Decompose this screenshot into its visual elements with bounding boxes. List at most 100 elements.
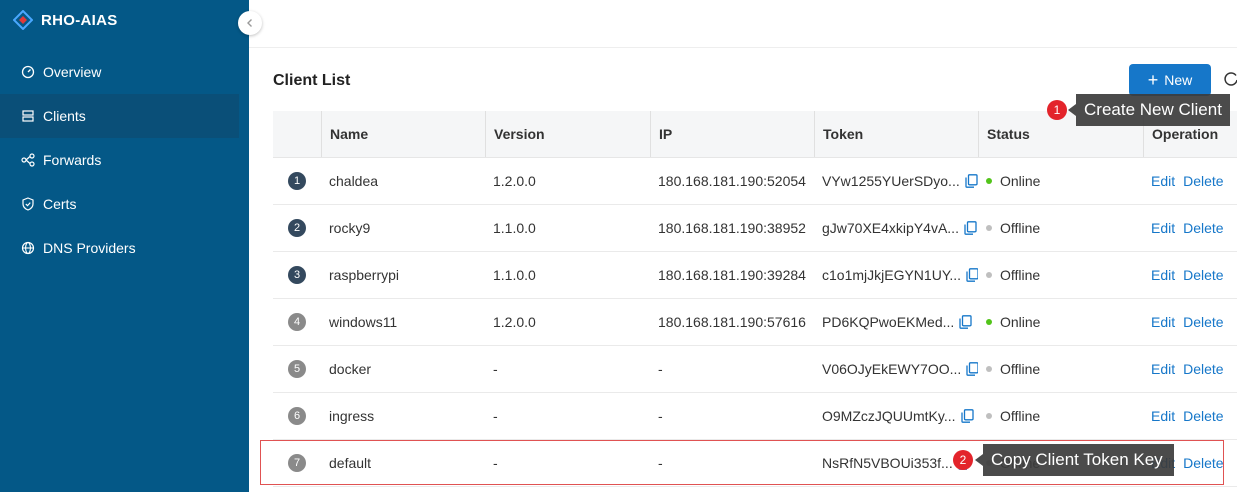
delete-link[interactable]: Delete <box>1183 314 1223 330</box>
client-name: windows11 <box>329 314 398 330</box>
delete-link[interactable]: Delete <box>1183 361 1223 377</box>
client-version: 1.1.0.0 <box>493 220 536 236</box>
header-ip: IP <box>650 111 814 157</box>
copy-icon[interactable] <box>959 315 972 329</box>
client-token-cell: O9MZczJQUUmtKy... <box>814 393 978 439</box>
copy-icon[interactable] <box>966 268 978 282</box>
table-row: 2 rocky9 1.1.0.0 180.168.181.190:38952 gJw70… <box>273 205 1237 252</box>
status-text: Online <box>1000 173 1041 189</box>
client-version: - <box>493 408 498 424</box>
callout-tooltip: Create New Client <box>1068 94 1230 126</box>
new-button-label: New <box>1164 72 1193 88</box>
header-token: Token <box>814 111 978 157</box>
forwards-icon <box>21 153 35 167</box>
sidebar-item-overview[interactable]: Overview <box>0 50 249 94</box>
client-ip: - <box>658 361 663 377</box>
sidebar-item-label: Certs <box>43 196 77 212</box>
sidebar-item-forwards[interactable]: Forwards <box>0 138 249 182</box>
globe-icon <box>21 241 35 255</box>
client-token-cell: VYw1255YUerSDyo... <box>814 158 978 204</box>
top-bar <box>249 0 1237 48</box>
table-row: 4 windows11 1.2.0.0 180.168.181.190:57616 PD… <box>273 299 1237 346</box>
row-index-cell: 1 <box>273 158 321 204</box>
client-status-cell: Online <box>978 158 1143 204</box>
sidebar-item-certs[interactable]: Certs <box>0 182 249 226</box>
row-index-cell: 4 <box>273 299 321 345</box>
client-token: gJw70XE4xkipY4vA... <box>822 220 959 236</box>
status-text: Offline <box>1000 220 1041 236</box>
app-logo[interactable]: RHO-AIAS <box>13 8 118 32</box>
callout-badge: 2 <box>953 450 973 470</box>
client-version: 1.2.0.0 <box>493 314 536 330</box>
main-content: Client List + New Name Version IP Token … <box>249 0 1237 492</box>
client-status-cell: Offline <box>978 252 1143 298</box>
refresh-icon[interactable] <box>1223 71 1237 87</box>
sidebar-item-dns-providers[interactable]: DNS Providers <box>0 226 249 270</box>
row-index-badge: 3 <box>288 266 306 284</box>
status-dot <box>986 178 992 184</box>
sidebar-item-clients[interactable]: Clients <box>0 94 239 138</box>
shield-icon <box>21 197 35 211</box>
delete-link[interactable]: Delete <box>1183 267 1223 283</box>
operation-cell: Edit Delete <box>1143 252 1237 298</box>
client-token: c1o1mjJkjEGYN1UY... <box>822 267 962 283</box>
client-token-cell: V06OJyEkEWY7OO... <box>814 346 978 392</box>
row-index-badge: 1 <box>288 172 306 190</box>
operation-cell: Edit Delete <box>1143 393 1237 439</box>
edit-link[interactable]: Edit <box>1151 173 1175 189</box>
row-index-badge: 6 <box>288 407 306 425</box>
row-index-badge: 4 <box>288 313 306 331</box>
row-index-badge: 2 <box>288 219 306 237</box>
clients-icon <box>21 109 35 123</box>
client-ip: 180.168.181.190:52054 <box>658 173 806 189</box>
status-dot <box>986 413 992 419</box>
copy-icon[interactable] <box>966 362 978 376</box>
client-status-cell: Online <box>978 299 1143 345</box>
row-index-badge: 5 <box>288 360 306 378</box>
status-dot <box>986 225 992 231</box>
delete-link[interactable]: Delete <box>1183 408 1223 424</box>
edit-link[interactable]: Edit <box>1151 267 1175 283</box>
dashboard-icon <box>21 65 35 79</box>
delete-link[interactable]: Delete <box>1183 173 1223 189</box>
plus-icon: + <box>1147 70 1159 90</box>
delete-link[interactable]: Delete <box>1183 220 1223 236</box>
client-version: - <box>493 361 498 377</box>
edit-link[interactable]: Edit <box>1151 314 1175 330</box>
client-name: chaldea <box>329 173 379 189</box>
edit-link[interactable]: Edit <box>1151 220 1175 236</box>
table-row: 1 chaldea 1.2.0.0 180.168.181.190:52054 VYw1… <box>273 158 1237 205</box>
status-dot <box>986 272 992 278</box>
client-version: 1.1.0.0 <box>493 267 536 283</box>
sidebar-item-label: DNS Providers <box>43 240 136 256</box>
callout-badge: 1 <box>1047 100 1067 120</box>
client-token-cell: gJw70XE4xkipY4vA... <box>814 205 978 251</box>
status-dot <box>986 319 992 325</box>
new-client-button[interactable]: + New <box>1129 64 1211 96</box>
client-ip: - <box>658 408 663 424</box>
row-index-cell: 5 <box>273 346 321 392</box>
status-text: Offline <box>1000 361 1041 377</box>
sidebar-item-label: Forwards <box>43 152 102 168</box>
operation-cell: Edit Delete <box>1143 205 1237 251</box>
client-token: O9MZczJQUUmtKy... <box>822 408 956 424</box>
copy-icon[interactable] <box>964 221 977 235</box>
operation-cell: Edit Delete <box>1143 158 1237 204</box>
operation-cell: Edit Delete <box>1143 346 1237 392</box>
collapse-sidebar-button[interactable] <box>238 11 262 35</box>
copy-icon[interactable] <box>965 174 978 188</box>
chevron-left-icon <box>247 19 252 27</box>
row-index-cell: 3 <box>273 252 321 298</box>
table-row: 6 ingress - - O9MZczJQUUmtKy... Offline Edit De… <box>273 393 1237 440</box>
app-name: RHO-AIAS <box>41 11 118 29</box>
status-text: Offline <box>1000 408 1041 424</box>
callout-create-client: 1 Create New Client <box>1047 94 1230 126</box>
operation-cell: Edit Delete <box>1143 299 1237 345</box>
edit-link[interactable]: Edit <box>1151 361 1175 377</box>
header-index <box>273 111 321 157</box>
sidebar-nav: Overview Clients Forwards Certs DNS Prov… <box>0 50 249 270</box>
status-text: Offline <box>1000 267 1041 283</box>
client-name: docker <box>329 361 372 377</box>
copy-icon[interactable] <box>960 409 974 423</box>
edit-link[interactable]: Edit <box>1151 408 1175 424</box>
